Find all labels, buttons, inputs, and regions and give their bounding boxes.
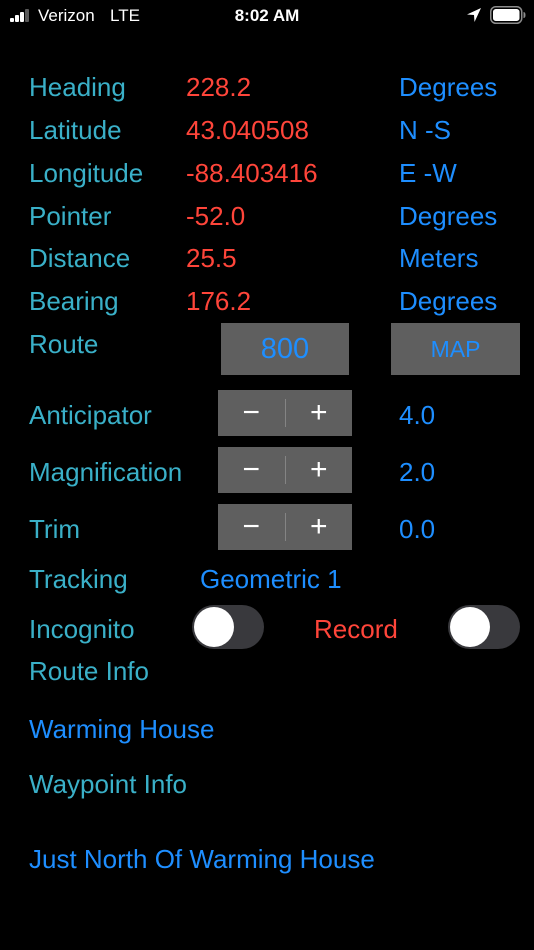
magnification-decrement-button[interactable]: − (218, 447, 285, 493)
battery-icon (490, 6, 526, 24)
route-number-button[interactable]: 800 (221, 323, 349, 375)
pointer-unit: Degrees (399, 201, 498, 231)
anticipator-value: 4.0 (399, 400, 436, 430)
tracking-label: Tracking (29, 564, 128, 594)
pointer-value: -52.0 (186, 201, 246, 231)
trim-stepper: − + (218, 504, 352, 550)
status-bar: Verizon LTE 8:02 AM (0, 0, 534, 32)
route-label: Route (29, 329, 99, 359)
distance-label: Distance (29, 243, 131, 273)
anticipator-stepper: − + (218, 390, 352, 436)
longitude-unit: E -W (399, 158, 457, 188)
route-info-value[interactable]: Warming House (29, 714, 214, 745)
magnification-increment-button[interactable]: + (286, 447, 353, 493)
anticipator-label: Anticipator (29, 400, 152, 430)
incognito-switch[interactable] (192, 605, 264, 649)
magnification-stepper: − + (218, 447, 352, 493)
waypoint-info-value[interactable]: Just North Of Warming House (29, 844, 375, 875)
trim-increment-button[interactable]: + (286, 504, 353, 550)
record-switch[interactable] (448, 605, 520, 649)
heading-label: Heading (29, 72, 126, 102)
trim-decrement-button[interactable]: − (218, 504, 285, 550)
trim-value: 0.0 (399, 514, 436, 544)
record-label: Record (314, 614, 398, 644)
pointer-label: Pointer (29, 201, 112, 231)
latitude-unit: N -S (399, 115, 451, 145)
route-info-label: Route Info (29, 656, 149, 686)
heading-value: 228.2 (186, 72, 252, 102)
latitude-value: 43.040508 (186, 115, 309, 145)
incognito-label: Incognito (29, 614, 135, 644)
longitude-label: Longitude (29, 158, 144, 188)
status-time: 8:02 AM (234, 6, 300, 25)
magnification-value: 2.0 (399, 457, 436, 487)
switch-knob (450, 607, 490, 647)
bearing-label: Bearing (29, 286, 119, 316)
trim-label: Trim (29, 514, 81, 544)
tracking-mode-button[interactable]: Geometric 1 (200, 564, 342, 595)
map-button[interactable]: MAP (391, 323, 520, 375)
latitude-label: Latitude (29, 115, 122, 145)
heading-unit: Degrees (399, 72, 498, 102)
location-arrow-icon (467, 8, 481, 22)
bearing-unit: Degrees (399, 286, 498, 316)
distance-unit: Meters (399, 243, 479, 273)
waypoint-info-label: Waypoint Info (29, 769, 188, 799)
switch-knob (194, 607, 234, 647)
anticipator-increment-button[interactable]: + (286, 390, 353, 436)
distance-value: 25.5 (186, 243, 237, 273)
anticipator-decrement-button[interactable]: − (218, 390, 285, 436)
bearing-value: 176.2 (186, 286, 252, 316)
longitude-value: -88.403416 (186, 158, 318, 188)
magnification-label: Magnification (29, 457, 183, 487)
